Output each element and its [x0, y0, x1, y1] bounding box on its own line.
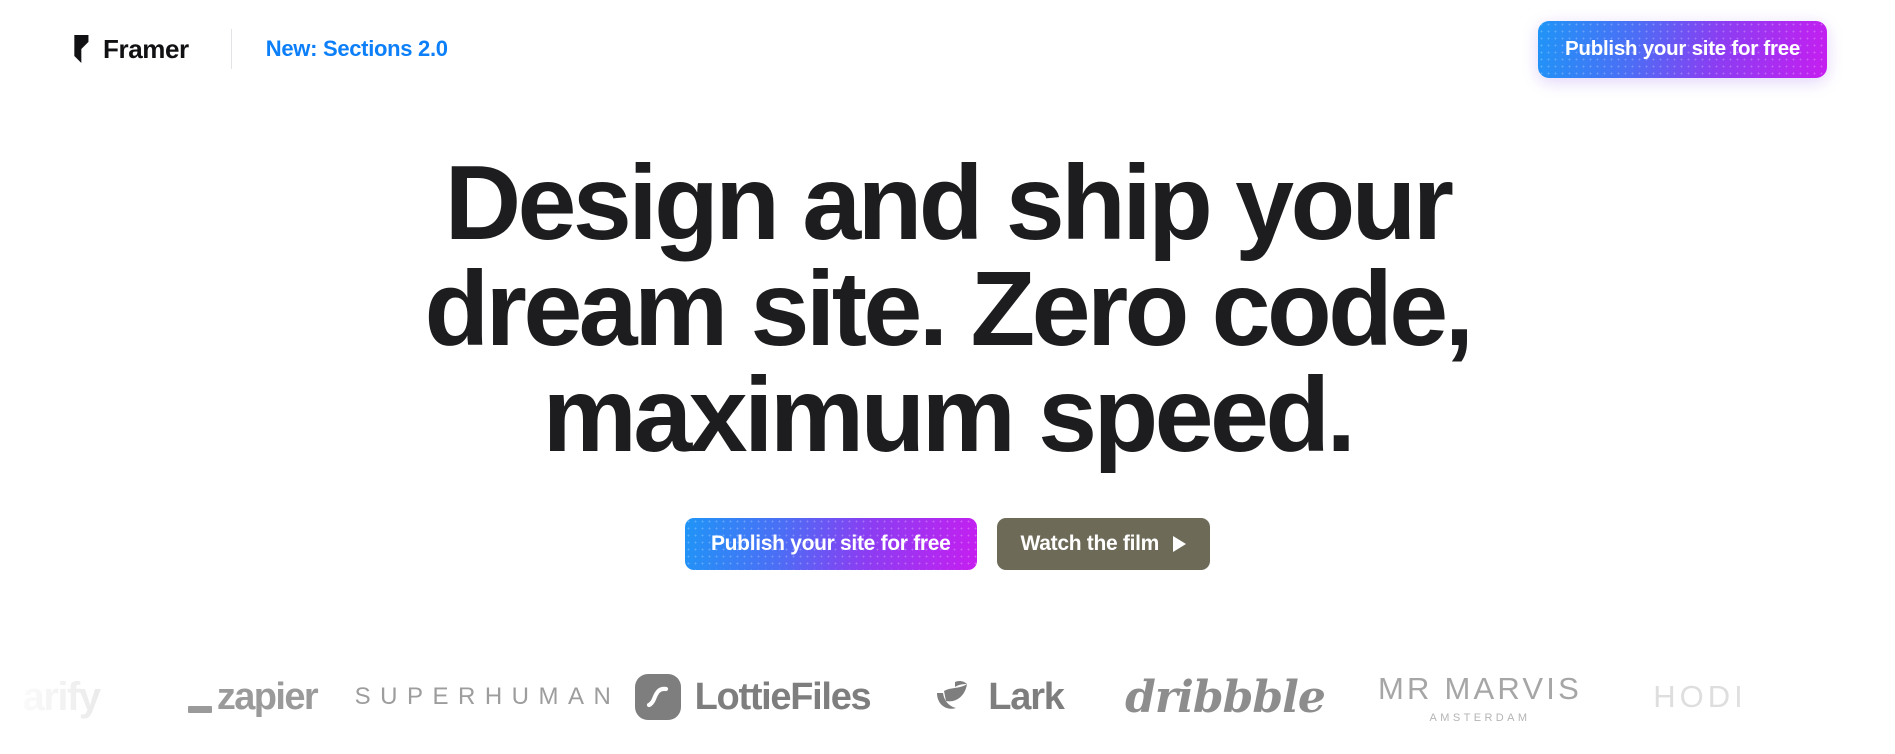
logo-superhuman: SUPERHUMAN — [354, 683, 621, 710]
nav-publish-button-label: Publish your site for free — [1565, 37, 1800, 60]
mr-marvis-wordmark: MR MARVIS — [1378, 670, 1582, 706]
logo-lottiefiles: LottieFiles — [620, 674, 885, 720]
brand-name-label: Framer — [103, 33, 189, 64]
logo-zapier: zapier — [150, 676, 355, 719]
watch-film-button-label: Watch the film — [1020, 532, 1160, 555]
logo-mr-marvis: MR MARVIS AMSTERDAM — [1340, 671, 1620, 724]
hero-section: Design and ship your dream site. Zero co… — [0, 150, 1895, 570]
headline-line-2: dream site. Zero code, — [424, 250, 1475, 368]
customer-logo-marquee: arify zapier SUPERHUMAN LottieFiles Lark… — [0, 640, 1895, 754]
announcement-link[interactable]: New: Sections 2.0 — [266, 36, 448, 62]
logo-clarify: arify — [22, 674, 102, 719]
headline-line-3: maximum speed. — [542, 356, 1356, 474]
hero-publish-button[interactable]: Publish your site for free — [684, 518, 977, 570]
lark-wordmark: Lark — [988, 675, 1065, 718]
top-navigation-bar: Framer New: Sections 2.0 Publish your si… — [0, 0, 1895, 98]
play-triangle-icon — [1173, 536, 1187, 552]
nav-left-group: Framer New: Sections 2.0 — [68, 29, 448, 69]
mr-marvis-subtitle: AMSTERDAM — [1429, 711, 1531, 724]
page-title: Design and ship your dream site. Zero co… — [0, 150, 1895, 468]
hero-cta-row: Publish your site for free Watch the fil… — [0, 518, 1895, 570]
lottiefiles-icon — [634, 674, 681, 720]
nav-divider — [230, 29, 232, 69]
framer-landing-page: Framer New: Sections 2.0 Publish your si… — [0, 0, 1895, 754]
logo-lark: Lark — [885, 675, 1110, 720]
logo-dribbble: dribbble — [1125, 671, 1326, 723]
nav-publish-button[interactable]: Publish your site for free — [1538, 20, 1827, 78]
logo-hodi: HODI — [1653, 679, 1747, 714]
zapier-wordmark: zapier — [216, 675, 319, 718]
hero-publish-button-label: Publish your site for free — [710, 532, 951, 555]
lark-bird-icon — [931, 675, 975, 720]
framer-brand-logo[interactable]: Framer — [68, 34, 189, 65]
headline-line-1: Design and ship your — [444, 144, 1454, 262]
watch-film-button[interactable]: Watch the film — [996, 518, 1211, 570]
zapier-underscore-icon — [187, 705, 212, 713]
framer-logo-icon — [68, 35, 90, 63]
lottiefiles-wordmark: LottieFiles — [694, 675, 872, 718]
